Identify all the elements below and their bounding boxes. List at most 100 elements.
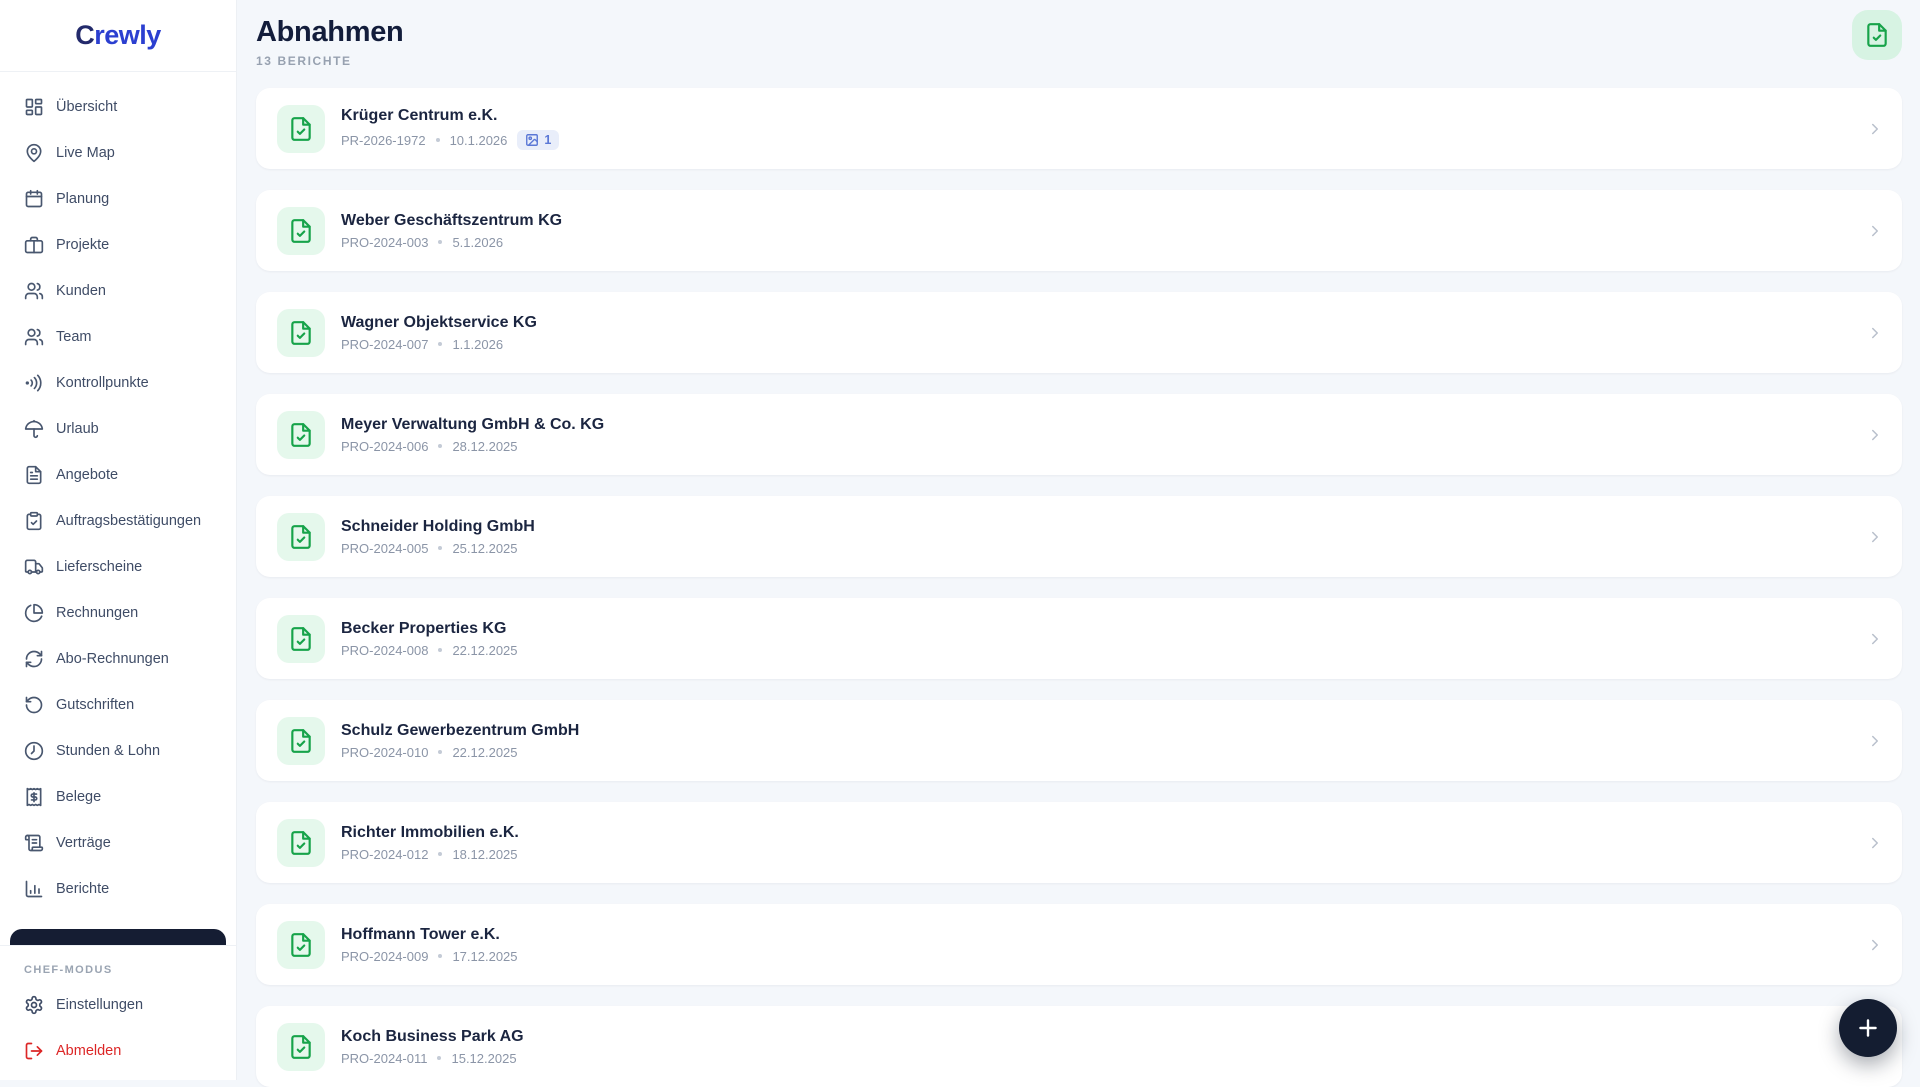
sidebar-item-abo-rechnungen[interactable]: Abo-Rechnungen bbox=[0, 636, 236, 682]
chevron-right-icon bbox=[1866, 426, 1884, 444]
sidebar-item-urlaub[interactable]: Urlaub bbox=[0, 406, 236, 452]
photo-count-badge: 1 bbox=[517, 130, 560, 150]
list-item[interactable]: Hoffmann Tower e.K. PRO-2024-009 17.12.20… bbox=[256, 904, 1902, 985]
list-item[interactable]: Richter Immobilien e.K. PRO-2024-012 18.1… bbox=[256, 802, 1902, 883]
sidebar-item-label: Belege bbox=[56, 789, 102, 805]
report-date: 28.12.2025 bbox=[452, 438, 518, 454]
sidebar-item-projekte[interactable]: Projekte bbox=[0, 222, 236, 268]
new-report-button[interactable] bbox=[1852, 10, 1902, 60]
map-pin-icon bbox=[24, 143, 44, 163]
file-check-icon bbox=[277, 1022, 325, 1071]
report-ref: PRO-2024-008 bbox=[341, 642, 429, 658]
list-item[interactable]: Schneider Holding GmbH PRO-2024-005 25.12… bbox=[256, 496, 1902, 577]
sidebar-item-label: Rechnungen bbox=[56, 605, 139, 621]
sidebar-item-team[interactable]: Team bbox=[0, 314, 236, 360]
file-check-icon bbox=[277, 206, 325, 255]
report-list: Krüger Centrum e.K. PR-2026-1972 10.1.202… bbox=[256, 88, 1902, 1087]
report-date: 22.12.2025 bbox=[452, 744, 518, 760]
chevron-right-icon bbox=[1866, 732, 1884, 750]
sidebar-item-label: Planung bbox=[56, 191, 110, 207]
umbrella-icon bbox=[24, 419, 44, 439]
file-check-icon bbox=[277, 614, 325, 663]
chevron-right-icon bbox=[1866, 528, 1884, 546]
dot-separator bbox=[438, 240, 443, 244]
sidebar-item-uebersicht[interactable]: Übersicht bbox=[0, 84, 236, 130]
plus-icon bbox=[1855, 1015, 1881, 1041]
sidebar-item-rechnungen[interactable]: Rechnungen bbox=[0, 590, 236, 636]
brand-name: rewly bbox=[94, 20, 161, 50]
list-item[interactable]: Schulz Gewerbezentrum GmbH PRO-2024-010 2… bbox=[256, 700, 1902, 781]
dot-separator bbox=[438, 852, 443, 856]
sidebar-item-einstellungen[interactable]: Einstellungen bbox=[0, 982, 236, 1028]
list-item[interactable]: Koch Business Park AG PRO-2024-011 15.12.… bbox=[256, 1006, 1902, 1087]
page-title: Abnahmen bbox=[256, 16, 404, 48]
file-check-icon bbox=[1864, 22, 1890, 48]
sidebar-item-belege[interactable]: Belege bbox=[0, 774, 236, 820]
users-icon bbox=[24, 281, 44, 301]
dot-separator bbox=[438, 444, 443, 448]
bar-chart-icon bbox=[24, 879, 44, 899]
add-report-fab[interactable] bbox=[1839, 999, 1897, 1057]
photo-count: 1 bbox=[544, 133, 552, 147]
sidebar-item-berichte[interactable]: Berichte bbox=[0, 866, 236, 912]
sidebar-item-planung[interactable]: Planung bbox=[0, 176, 236, 222]
report-date: 25.12.2025 bbox=[452, 540, 518, 556]
dot-separator bbox=[438, 342, 443, 346]
sidebar-item-kunden[interactable]: Kunden bbox=[0, 268, 236, 314]
file-check-icon bbox=[277, 308, 325, 357]
receipt-icon bbox=[24, 787, 44, 807]
sidebar-item-kontrollpunkte[interactable]: Kontrollpunkte bbox=[0, 360, 236, 406]
list-item[interactable]: Becker Properties KG PRO-2024-008 22.12.2… bbox=[256, 598, 1902, 679]
sidebar-item-lieferscheine[interactable]: Lieferscheine bbox=[0, 544, 236, 590]
report-title: Koch Business Park AG bbox=[341, 1027, 524, 1045]
image-icon bbox=[525, 133, 539, 147]
file-check-icon bbox=[277, 818, 325, 867]
logo: Crewly bbox=[0, 0, 236, 72]
report-date: 5.1.2026 bbox=[452, 234, 504, 250]
report-title: Schneider Holding GmbH bbox=[341, 517, 535, 535]
dot-separator bbox=[435, 138, 440, 142]
main-content: Abnahmen 13 BERICHTE Krüger Centrum e.K.… bbox=[237, 0, 1920, 1087]
dot-separator bbox=[438, 546, 443, 550]
sidebar-item-label: Verträge bbox=[56, 835, 111, 851]
truck-icon bbox=[24, 557, 44, 577]
chevron-right-icon bbox=[1866, 324, 1884, 342]
sidebar-nav: Übersicht Live Map Planung Projekte Kund… bbox=[0, 72, 236, 929]
scroll-icon bbox=[24, 833, 44, 853]
report-date: 1.1.2026 bbox=[452, 336, 504, 352]
sidebar-item-abmelden[interactable]: Abmelden bbox=[0, 1028, 236, 1074]
sidebar-item-label: Stunden & Lohn bbox=[56, 743, 161, 759]
sidebar-item-gutschriften[interactable]: Gutschriften bbox=[0, 682, 236, 728]
chevron-right-icon bbox=[1866, 936, 1884, 954]
sidebar-item-label: Live Map bbox=[56, 145, 115, 161]
list-item[interactable]: Wagner Objektservice KG PRO-2024-007 1.1.… bbox=[256, 292, 1902, 373]
undo-icon bbox=[24, 695, 44, 715]
report-ref: PRO-2024-012 bbox=[341, 846, 429, 862]
file-text-icon bbox=[24, 465, 44, 485]
gear-icon bbox=[24, 995, 44, 1015]
report-date: 18.12.2025 bbox=[452, 846, 518, 862]
sidebar-item-stunden-lohn[interactable]: Stunden & Lohn bbox=[0, 728, 236, 774]
pie-chart-icon bbox=[24, 603, 44, 623]
signal-waves-icon bbox=[24, 373, 44, 393]
refresh-icon bbox=[24, 649, 44, 669]
sidebar-item-label: Abo-Rechnungen bbox=[56, 651, 169, 667]
dashboard-icon bbox=[24, 97, 44, 117]
chevron-right-icon bbox=[1866, 630, 1884, 648]
sidebar-item-live-map[interactable]: Live Map bbox=[0, 130, 236, 176]
list-item[interactable]: Krüger Centrum e.K. PR-2026-1972 10.1.202… bbox=[256, 88, 1902, 169]
list-item[interactable]: Meyer Verwaltung GmbH & Co. KG PRO-2024-… bbox=[256, 394, 1902, 475]
report-ref: PR-2026-1972 bbox=[341, 132, 426, 148]
file-check-icon bbox=[277, 512, 325, 561]
report-ref: PRO-2024-011 bbox=[341, 1050, 428, 1066]
report-date: 17.12.2025 bbox=[452, 948, 518, 964]
sidebar-active-item-partial[interactable] bbox=[10, 929, 226, 945]
file-check-icon bbox=[277, 104, 325, 153]
report-title: Richter Immobilien e.K. bbox=[341, 823, 519, 841]
list-item[interactable]: Weber Geschäftszentrum KG PRO-2024-003 5.… bbox=[256, 190, 1902, 271]
sidebar-item-vertraege[interactable]: Verträge bbox=[0, 820, 236, 866]
dot-separator bbox=[438, 750, 443, 754]
sidebar-item-angebote[interactable]: Angebote bbox=[0, 452, 236, 498]
sidebar-item-auftragsbestaetigungen[interactable]: Auftragsbestätigungen bbox=[0, 498, 236, 544]
sidebar-item-label: Auftragsbestätigungen bbox=[56, 513, 202, 529]
